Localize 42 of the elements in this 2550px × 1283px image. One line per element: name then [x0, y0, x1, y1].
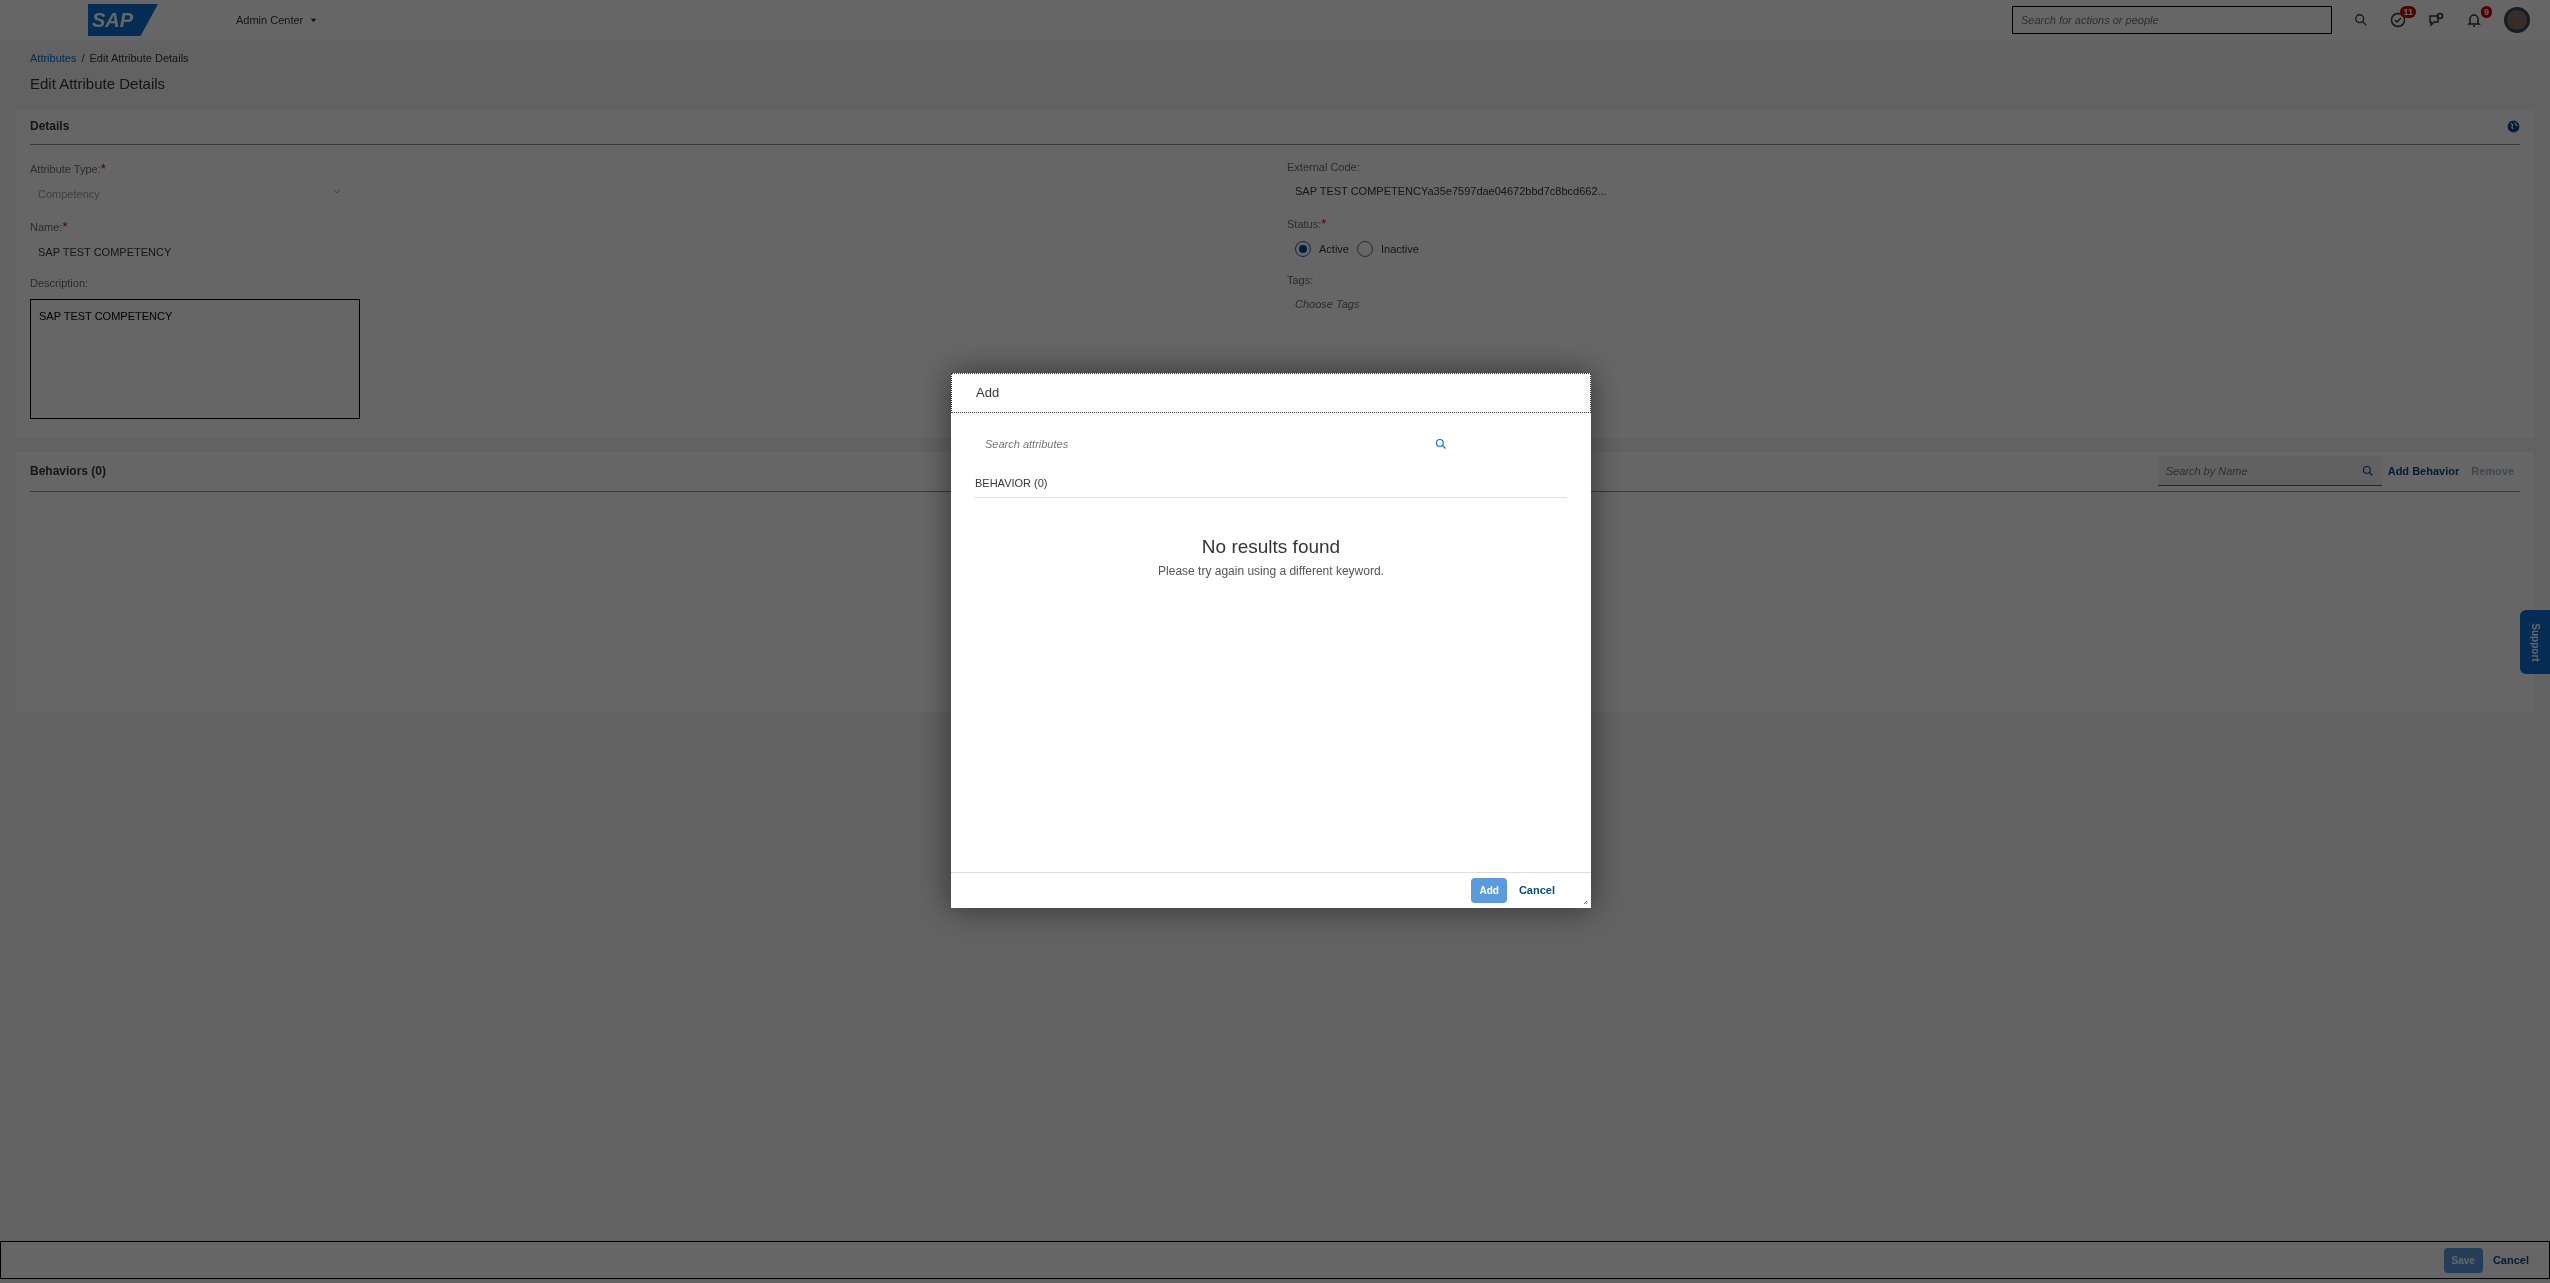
action-link[interactable]: Add Behavior — [2381, 462, 2466, 480]
search-icon[interactable] — [1435, 438, 1447, 450]
field-value: SAP TEST COMPETENCYa35e7597dae04672bbd7c8bcd662... — [1294, 184, 1608, 199]
avatar[interactable] — [2504, 7, 2530, 33]
app-menu[interactable]: Admin Center — [236, 11, 319, 29]
dialog-title: Add — [951, 373, 1591, 413]
cancel-button[interactable]: Cancel — [1512, 882, 1561, 899]
count-badge: 11 — [2400, 6, 2416, 18]
sap-logo: SAP — [88, 4, 158, 36]
required-mark: * — [100, 160, 106, 176]
field-label: Attribute Type:* — [30, 159, 107, 178]
required-mark: * — [1321, 215, 1327, 231]
description-field[interactable]: SAP TEST COMPETENCY — [30, 299, 360, 419]
checkmark-circle-icon[interactable] — [2390, 12, 2406, 28]
tags-field[interactable]: Choose Tags — [1287, 296, 2520, 313]
breadcrumb-link[interactable]: Attributes — [30, 50, 77, 67]
search-icon[interactable] — [2354, 13, 2368, 27]
field-label: External Code: — [1287, 159, 1361, 175]
support-tab[interactable]: Support — [2520, 610, 2550, 674]
field-label: Status:* — [1287, 214, 1328, 233]
section-header: BEHAVIOR (0) — [975, 475, 1567, 498]
empty-message: Please try again using a different keyword. — [1157, 563, 1385, 581]
section-title: Behaviors (0) — [30, 463, 107, 479]
radio-label: Active — [1319, 242, 1349, 257]
search-icon[interactable] — [2361, 465, 2374, 477]
required-mark: * — [62, 218, 68, 234]
globe-icon[interactable] — [2507, 119, 2520, 133]
breadcrumb-separator: / — [81, 51, 85, 66]
field-label: Description: — [30, 275, 90, 291]
chevron-icon — [332, 186, 342, 196]
breadcrumb-current: Edit Attribute Details — [89, 51, 189, 66]
section-title: Details — [30, 118, 70, 134]
field-value: SAP TEST COMPETENCY — [37, 245, 173, 260]
field-label: Name:* — [30, 217, 69, 236]
cancel-button[interactable]: Cancel — [2486, 1251, 2535, 1269]
radio-label: Inactive — [1380, 242, 1419, 257]
chat-bubble-icon[interactable] — [2428, 12, 2444, 28]
field-label: Tags: — [1287, 272, 1315, 288]
empty-title: No results found — [1200, 535, 1342, 559]
bell-icon[interactable] — [2466, 12, 2482, 28]
page-title: Edit Attribute Details — [29, 73, 167, 94]
count-badge: 9 — [2481, 6, 2492, 18]
